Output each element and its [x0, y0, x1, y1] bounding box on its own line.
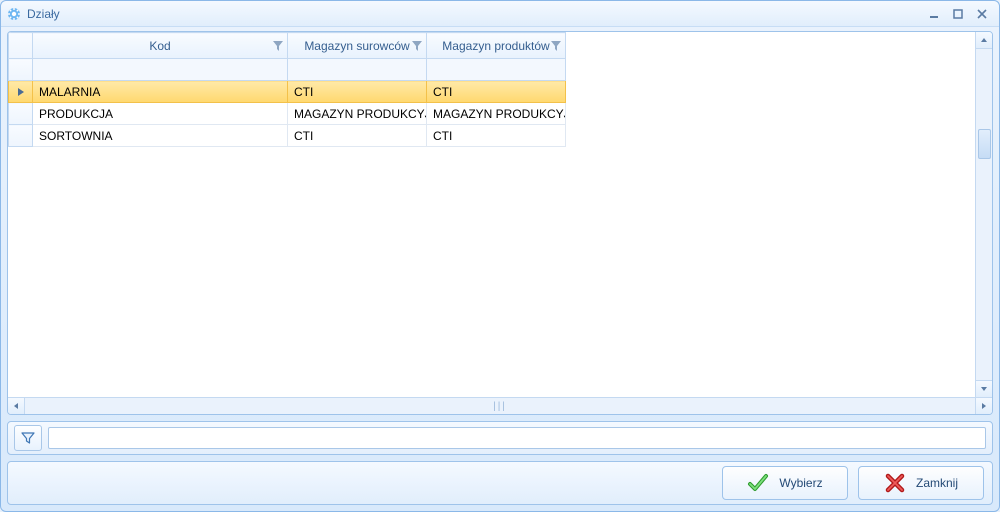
cell[interactable]: CTI — [427, 81, 566, 103]
cell[interactable]: MAGAZYN PRODUKCYJNY — [288, 103, 427, 125]
cell[interactable]: MAGAZYN PRODUKCYJNY — [427, 103, 566, 125]
maximize-button[interactable] — [947, 6, 969, 22]
window: Działy Kod — [0, 0, 1000, 512]
table-row[interactable]: PRODUKCJAMAGAZYN PRODUKCYJNYMAGAZYN PROD… — [9, 103, 566, 125]
cell[interactable]: SORTOWNIA — [33, 125, 288, 147]
vertical-scrollbar[interactable] — [975, 32, 992, 397]
filter-input[interactable] — [48, 427, 986, 449]
column-header-magazyn-produktow[interactable]: Magazyn produktów — [427, 33, 566, 59]
filter-icon[interactable] — [551, 41, 561, 51]
row-indicator — [9, 81, 33, 103]
data-grid[interactable]: Kod Magazyn surowców — [8, 32, 975, 397]
column-header-kod[interactable]: Kod — [33, 33, 288, 59]
scroll-left-arrow-icon[interactable] — [8, 398, 25, 414]
table-row[interactable]: MALARNIACTICTI — [9, 81, 566, 103]
scroll-grip-icon: ||| — [493, 401, 507, 412]
button-label: Wybierz — [779, 476, 822, 490]
cell[interactable]: CTI — [427, 125, 566, 147]
row-arrow-icon — [18, 88, 24, 96]
filter-button[interactable] — [14, 425, 42, 451]
checkmark-icon — [747, 472, 769, 494]
titlebar[interactable]: Działy — [1, 1, 999, 27]
funnel-icon — [20, 430, 36, 446]
content: Kod Magazyn surowców — [1, 27, 999, 511]
button-label: Zamknij — [916, 476, 958, 490]
scroll-down-arrow-icon[interactable] — [976, 380, 992, 397]
cell[interactable]: CTI — [288, 125, 427, 147]
scroll-right-arrow-icon[interactable] — [975, 398, 992, 414]
row-indicator — [9, 125, 33, 147]
select-button[interactable]: Wybierz — [722, 466, 848, 500]
filter-bar — [7, 421, 993, 455]
row-indicator-header[interactable] — [9, 33, 33, 59]
scroll-up-arrow-icon[interactable] — [976, 32, 992, 49]
column-header-label: Magazyn produktów — [442, 39, 549, 53]
table-row[interactable]: SORTOWNIACTICTI — [9, 125, 566, 147]
filter-icon[interactable] — [273, 41, 283, 51]
window-title: Działy — [27, 7, 60, 21]
column-header-label: Magazyn surowców — [304, 39, 409, 53]
column-header-label: Kod — [149, 39, 170, 53]
auto-filter-row[interactable] — [9, 59, 566, 81]
app-icon — [7, 7, 21, 21]
minimize-button[interactable] — [923, 6, 945, 22]
cell[interactable]: MALARNIA — [33, 81, 288, 103]
data-grid-panel: Kod Magazyn surowców — [7, 31, 993, 415]
button-bar: Wybierz Zamknij — [7, 461, 993, 505]
cell[interactable]: CTI — [288, 81, 427, 103]
column-header-magazyn-surowcow[interactable]: Magazyn surowców — [288, 33, 427, 59]
close-button[interactable] — [971, 6, 993, 22]
row-indicator — [9, 103, 33, 125]
cell[interactable]: PRODUKCJA — [33, 103, 288, 125]
filter-icon[interactable] — [412, 41, 422, 51]
horizontal-scrollbar[interactable]: ||| — [8, 397, 992, 414]
close-dialog-button[interactable]: Zamknij — [858, 466, 984, 500]
x-icon — [884, 472, 906, 494]
scroll-thumb[interactable] — [978, 129, 991, 159]
